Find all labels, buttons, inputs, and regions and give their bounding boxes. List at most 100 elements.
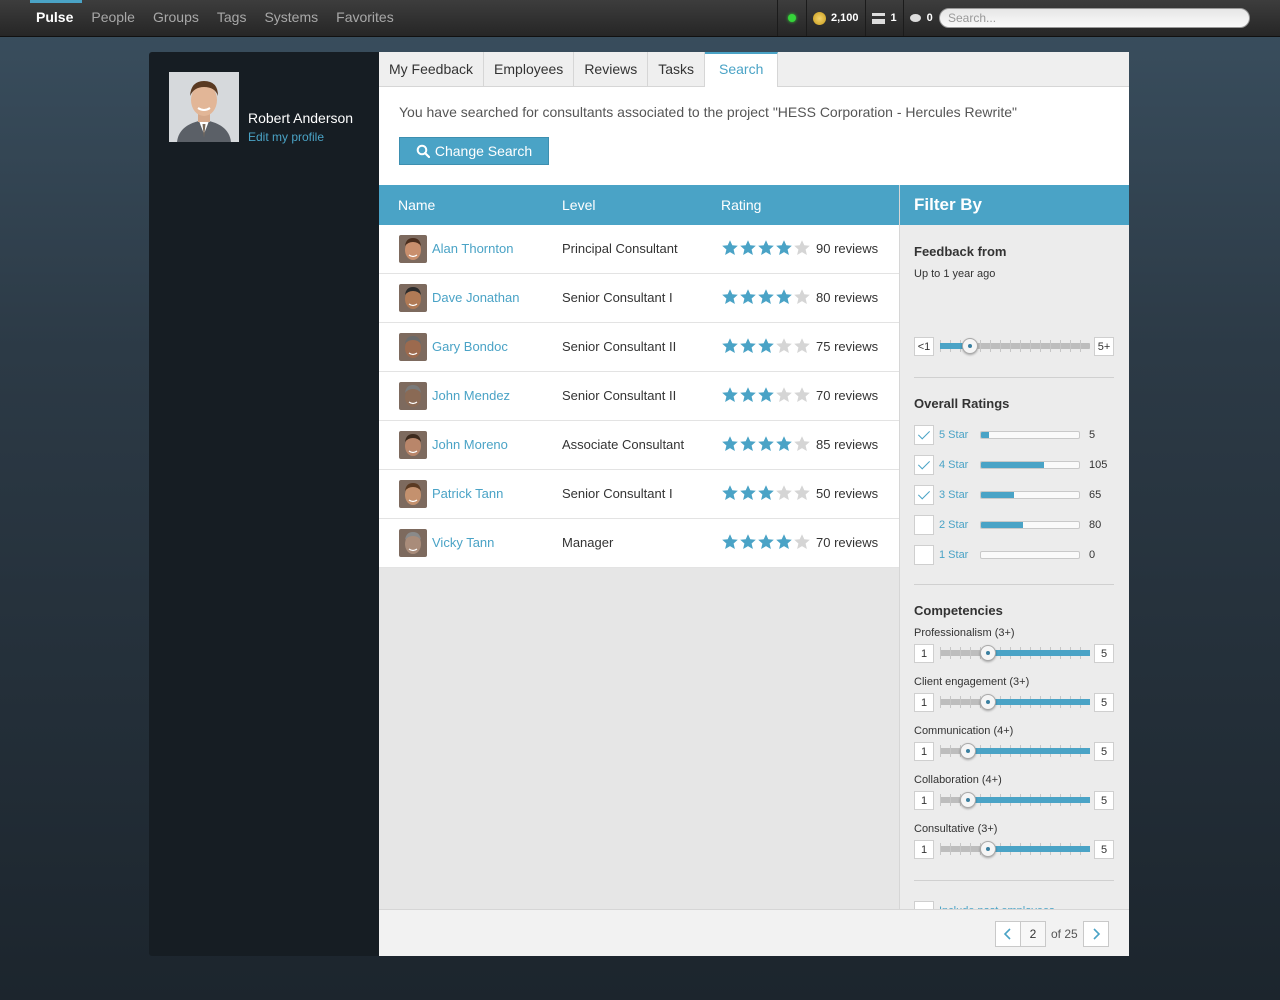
competency-slider-track[interactable] [940, 792, 1090, 808]
competency-label: Client engagement (3+) [914, 676, 1030, 688]
rating-checkbox[interactable] [914, 485, 934, 505]
star-icon [776, 289, 792, 304]
competency-slider-handle[interactable] [980, 694, 996, 710]
rating-checkbox[interactable] [914, 455, 934, 475]
nav-systems[interactable]: Systems [255, 0, 327, 36]
employee-name-link[interactable]: Vicky Tann [432, 535, 494, 550]
points-indicator[interactable]: 2,100 [807, 0, 866, 36]
star-rating [721, 239, 811, 257]
avatar[interactable] [169, 72, 239, 142]
search-info-panel: You have searched for consultants associ… [379, 87, 1129, 185]
employee-name-link[interactable]: Patrick Tann [432, 486, 503, 501]
table-row[interactable]: Gary Bondoc Senior Consultant II 75 revi… [379, 323, 899, 372]
column-header-rating[interactable]: Rating [721, 197, 761, 213]
search-icon [416, 144, 430, 158]
table-row[interactable]: Patrick Tann Senior Consultant I 50 revi… [379, 470, 899, 519]
messages-indicator[interactable]: 0 [904, 0, 939, 36]
change-search-button[interactable]: Change Search [399, 137, 549, 165]
next-page-button[interactable] [1083, 921, 1109, 947]
rating-bar-fill [981, 492, 1015, 498]
employee-avatar[interactable] [399, 529, 427, 557]
review-count: 80 reviews [816, 290, 879, 305]
feedback-slider-handle[interactable] [962, 338, 978, 354]
table-row[interactable]: John Mendez Senior Consultant II 70 revi… [379, 372, 899, 421]
rating-label[interactable]: 4 Star [939, 459, 968, 471]
employee-name-link[interactable]: John Mendez [432, 388, 510, 403]
rating-bar [980, 461, 1080, 469]
tab-my-feedback[interactable]: My Feedback [379, 52, 485, 86]
competency-slider-fill [968, 748, 1090, 754]
rating-label[interactable]: 1 Star [939, 549, 968, 561]
employee-avatar[interactable] [399, 284, 427, 312]
nav-groups[interactable]: Groups [144, 0, 208, 36]
star-icon [758, 387, 774, 402]
competency-slider-track[interactable] [940, 743, 1090, 759]
competency-max-label: 5 [1094, 742, 1114, 761]
nav-pulse[interactable]: Pulse [27, 0, 83, 36]
competency-slider-handle[interactable] [980, 645, 996, 661]
edit-profile-link[interactable]: Edit my profile [248, 130, 324, 144]
employee-avatar[interactable] [399, 382, 427, 410]
star-icon [740, 534, 756, 549]
table-row[interactable]: Dave Jonathan Senior Consultant I 80 rev… [379, 274, 899, 323]
review-count: 70 reviews [816, 535, 879, 550]
nav-people[interactable]: People [82, 0, 144, 36]
tab-employees[interactable]: Employees [484, 52, 575, 86]
table-row[interactable]: Vicky Tann Manager 70 reviews [379, 519, 899, 568]
star-icon [722, 240, 738, 255]
rating-label[interactable]: 2 Star [939, 519, 968, 531]
column-header-level[interactable]: Level [562, 197, 595, 213]
star-rating [721, 288, 811, 306]
employee-avatar[interactable] [399, 480, 427, 508]
table-row[interactable]: Alan Thornton Principal Consultant 90 re… [379, 225, 899, 274]
employee-level: Senior Consultant I [562, 486, 673, 501]
tab-search[interactable]: Search [705, 52, 779, 88]
star-icon [722, 485, 738, 500]
competency-min-label: 1 [914, 840, 934, 859]
rating-bar [980, 491, 1080, 499]
competency-max-label: 5 [1094, 791, 1114, 810]
star-icon [740, 289, 756, 304]
employee-name-link[interactable]: Alan Thornton [432, 241, 513, 256]
competency-slider-track[interactable] [940, 694, 1090, 710]
rating-checkbox[interactable] [914, 515, 934, 535]
rating-label[interactable]: 5 Star [939, 429, 968, 441]
star-icon [776, 534, 792, 549]
competency-slider-handle[interactable] [980, 841, 996, 857]
page-number-input[interactable]: 2 [1020, 921, 1046, 947]
servers-indicator[interactable]: 1 [866, 0, 904, 36]
competency-slider-track[interactable] [940, 841, 1090, 857]
prev-page-button[interactable] [995, 921, 1021, 947]
nav-tags[interactable]: Tags [208, 0, 256, 36]
review-count: 75 reviews [816, 339, 879, 354]
divider [914, 377, 1114, 378]
tab-reviews[interactable]: Reviews [574, 52, 649, 86]
competency-slider-track[interactable] [940, 645, 1090, 661]
online-dot-icon [788, 14, 796, 22]
rating-checkbox[interactable] [914, 545, 934, 565]
search-input[interactable]: Search... [939, 8, 1250, 28]
status-area: 2,100 1 0 [777, 0, 939, 36]
employee-avatar[interactable] [399, 431, 427, 459]
tab-tasks[interactable]: Tasks [648, 52, 706, 86]
employee-avatar[interactable] [399, 333, 427, 361]
competency-slider-handle[interactable] [960, 743, 976, 759]
search-description: You have searched for consultants associ… [399, 104, 1017, 120]
top-bar: Pulse People Groups Tags Systems Favorit… [0, 0, 1280, 37]
employee-name-link[interactable]: John Moreno [432, 437, 508, 452]
employee-name-link[interactable]: Dave Jonathan [432, 290, 519, 305]
table-row[interactable]: John Moreno Associate Consultant 85 revi… [379, 421, 899, 470]
competency-max-label: 5 [1094, 693, 1114, 712]
star-icon [794, 338, 810, 353]
employee-avatar[interactable] [399, 235, 427, 263]
online-status[interactable] [778, 0, 807, 36]
nav-favorites[interactable]: Favorites [327, 0, 403, 36]
rating-label[interactable]: 3 Star [939, 489, 968, 501]
overall-ratings-title: Overall Ratings [914, 396, 1010, 411]
competency-slider-handle[interactable] [960, 792, 976, 808]
feedback-slider-track[interactable] [940, 338, 1090, 354]
employee-name-link[interactable]: Gary Bondoc [432, 339, 508, 354]
column-header-name[interactable]: Name [398, 197, 435, 213]
rating-checkbox[interactable] [914, 425, 934, 445]
star-icon [722, 338, 738, 353]
